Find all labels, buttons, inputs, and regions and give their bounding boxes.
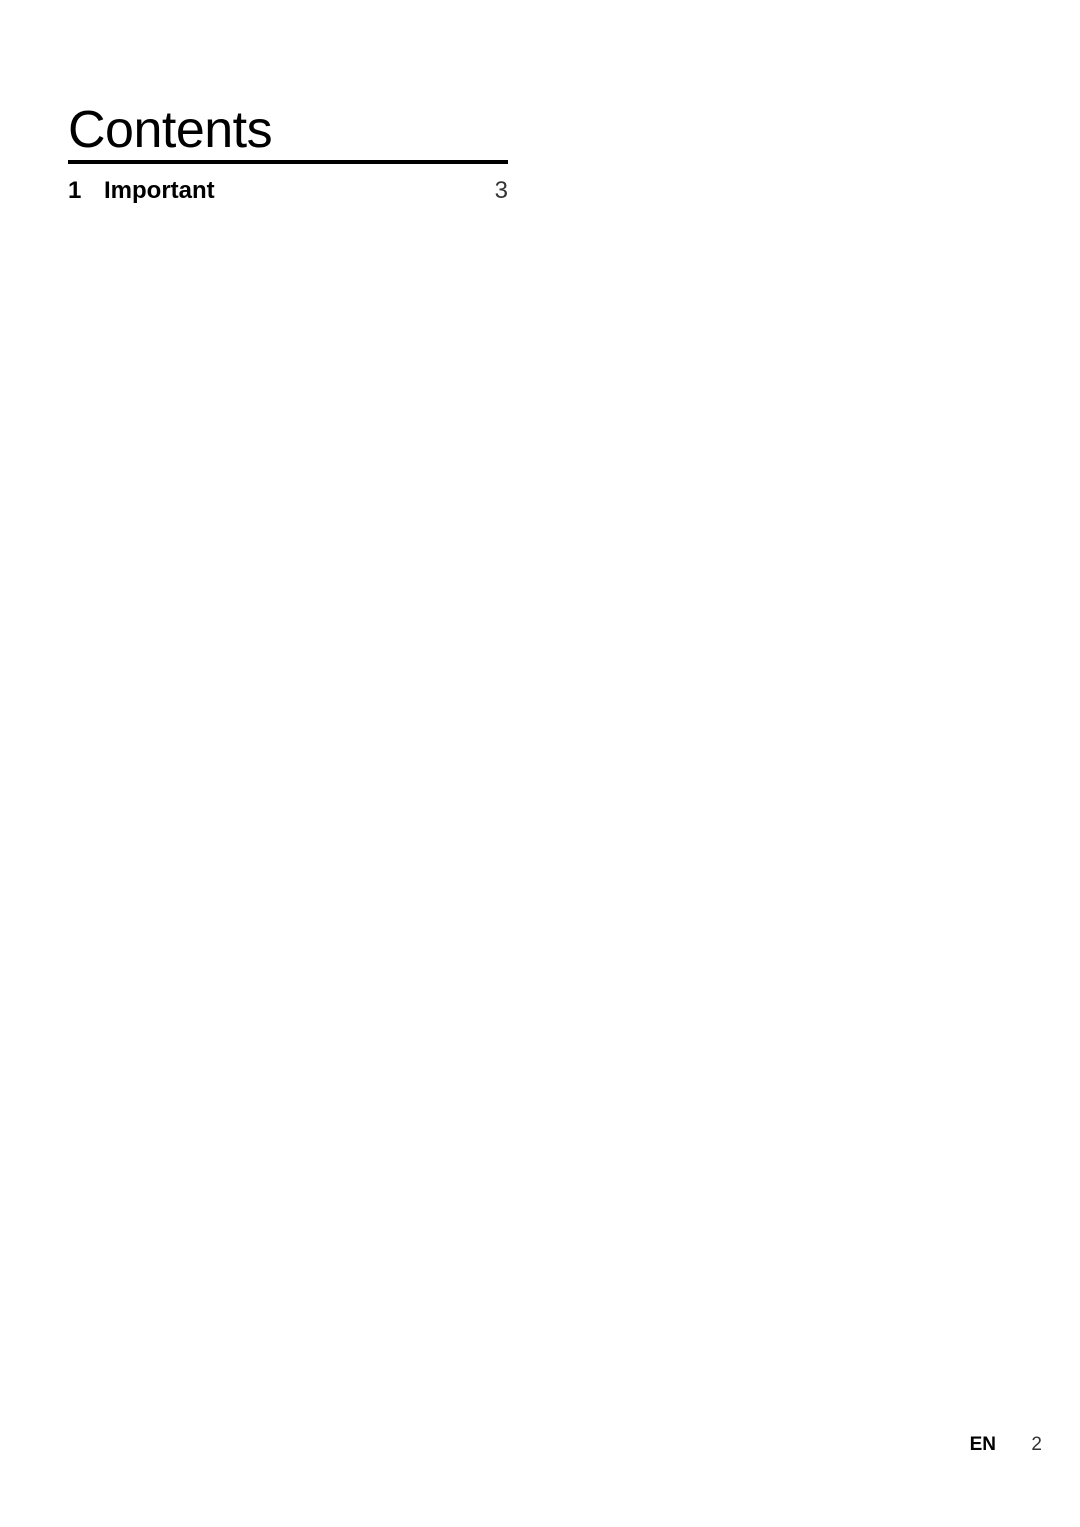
- table-of-contents: 1Important3Help and support3Safety3Care …: [68, 160, 508, 1527]
- document-page: Contents 1Important3Help and support3Saf…: [0, 0, 1080, 1527]
- page-footer: EN 2: [0, 1434, 1080, 1464]
- toc-section-page: 3: [456, 172, 508, 1527]
- page-title: Contents: [68, 100, 273, 159]
- toc-section-number: 1: [68, 177, 82, 204]
- footer-language-code: EN: [969, 1434, 996, 1455]
- toc-section: 1Important3Help and support3Safety3Care …: [68, 160, 508, 1527]
- toc-section-heading[interactable]: 1 Important 3: [68, 164, 508, 1527]
- footer-page-number: 2: [1031, 1434, 1042, 1455]
- toc-section-title: Important: [104, 177, 215, 204]
